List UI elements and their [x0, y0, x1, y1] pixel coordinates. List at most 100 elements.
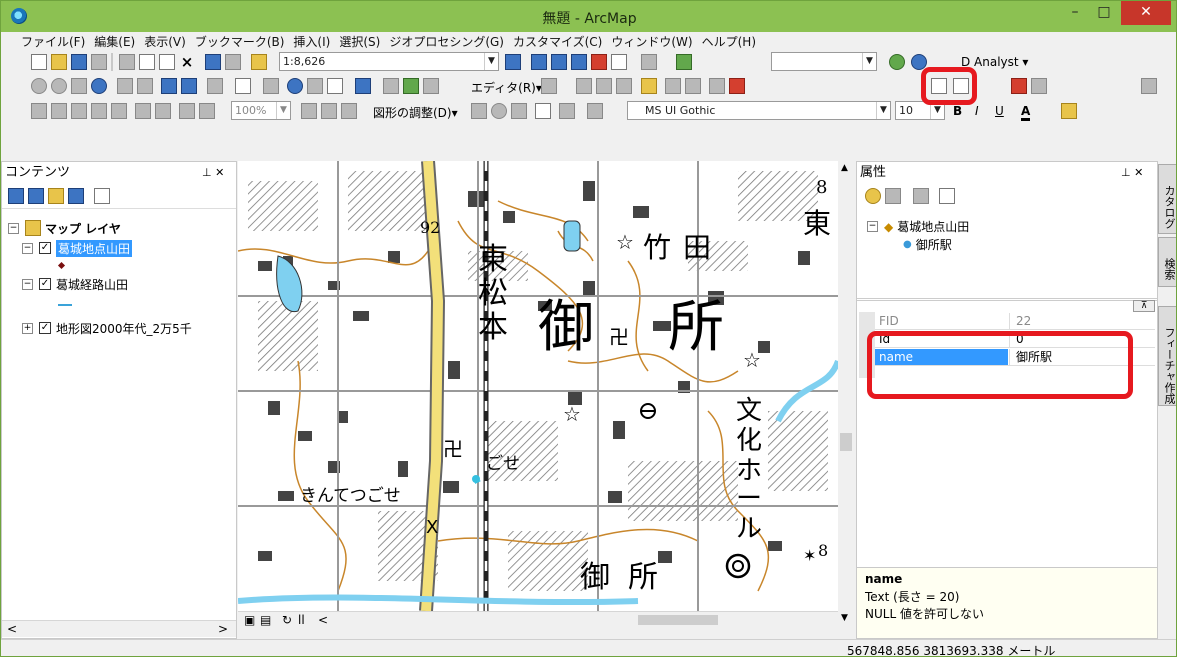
- go-to-xy-icon[interactable]: [423, 78, 439, 94]
- scroll-right-icon[interactable]: >: [218, 622, 228, 636]
- fixed-zoom-out-icon[interactable]: [137, 78, 153, 94]
- list-by-source-icon[interactable]: [28, 188, 44, 204]
- menu-windows[interactable]: ウィンドウ(W): [611, 33, 692, 50]
- toc-options-icon[interactable]: [94, 188, 110, 204]
- layer-visibility-checkbox[interactable]: ✓: [39, 242, 51, 254]
- cut-icon[interactable]: [119, 54, 135, 70]
- scroll-left-icon[interactable]: <: [7, 622, 17, 636]
- globe-icon[interactable]: [676, 54, 692, 70]
- new-document-icon[interactable]: [31, 54, 47, 70]
- toc-layer-row[interactable]: + ✓ 地形図2000年代_2万5千: [22, 318, 192, 338]
- forward-extent-icon[interactable]: [181, 78, 197, 94]
- toc-root-row[interactable]: − マップ レイヤ: [8, 218, 121, 238]
- layout-zoom-out-icon[interactable]: [51, 103, 67, 119]
- fill-color-icon[interactable]: [1061, 103, 1077, 119]
- fixed-zoom-out-layout-icon[interactable]: [155, 103, 171, 119]
- bold-button[interactable]: B: [953, 104, 962, 118]
- layout-view-icon[interactable]: ▤: [260, 613, 271, 627]
- menu-edit[interactable]: 編集(E): [94, 33, 135, 50]
- measure-icon[interactable]: [355, 78, 371, 94]
- italic-button[interactable]: I: [975, 104, 979, 118]
- zoom-in-icon[interactable]: [31, 78, 47, 94]
- menu-geoprocessing[interactable]: ジオプロセシング(G): [389, 33, 504, 50]
- map-hscroll-thumb[interactable]: [638, 615, 718, 625]
- select-elements-icon[interactable]: [263, 78, 279, 94]
- html-popup-icon[interactable]: [327, 78, 343, 94]
- focus-data-frame-icon[interactable]: [321, 103, 337, 119]
- expand-icon[interactable]: +: [22, 322, 33, 334]
- add-data-icon[interactable]: [251, 54, 267, 70]
- layer-visibility-checkbox[interactable]: ✓: [39, 322, 51, 334]
- rotate-icon[interactable]: [491, 103, 507, 119]
- attribute-row[interactable]: FID 22: [859, 312, 1155, 330]
- collapse-icon[interactable]: −: [8, 222, 19, 234]
- map-view[interactable]: 92 東 松 本 御 所 竹 田 東 8 文 化 ホ ー ル ごせ きんてつごせ…: [238, 161, 838, 611]
- list-by-drawing-order-icon[interactable]: [8, 188, 24, 204]
- straight-segment-icon[interactable]: [576, 78, 592, 94]
- pan-icon[interactable]: [71, 78, 87, 94]
- close-button[interactable]: ✕: [1121, 1, 1171, 25]
- table-of-contents-icon[interactable]: [531, 54, 547, 70]
- cut-polygons-icon[interactable]: [709, 78, 725, 94]
- overflow-icon[interactable]: [1141, 78, 1157, 94]
- model-builder-icon[interactable]: [641, 54, 657, 70]
- layout-zoom-in-icon[interactable]: [31, 103, 47, 119]
- hyperlink-icon[interactable]: [307, 78, 323, 94]
- refresh-icon[interactable]: ↻: [282, 613, 292, 627]
- menu-bookmarks[interactable]: ブックマーク(B): [195, 33, 285, 50]
- menu-insert[interactable]: 挿入(I): [293, 33, 330, 50]
- font-color-button[interactable]: A: [1021, 104, 1031, 121]
- select-features-icon[interactable]: [207, 78, 223, 94]
- menu-selection[interactable]: 選択(S): [339, 33, 380, 50]
- map-vertical-scrollbar[interactable]: ▲ ▼: [838, 161, 854, 627]
- sort-icon[interactable]: [885, 188, 901, 204]
- find-route-icon[interactable]: [403, 78, 419, 94]
- show-selected-icon[interactable]: [865, 188, 881, 204]
- attributes-tree-feature[interactable]: ● 御所駅: [903, 236, 952, 253]
- toc-layer-row[interactable]: − ✓ 葛城経路山田: [22, 274, 128, 294]
- chevron-down-icon[interactable]: ▼: [862, 53, 876, 70]
- layout-zoom-combo[interactable]: 100% ▼: [231, 101, 291, 120]
- save-icon[interactable]: [71, 54, 87, 70]
- layer-visibility-checkbox[interactable]: ✓: [39, 278, 51, 290]
- search-window-icon[interactable]: [571, 54, 587, 70]
- toc-layer-row[interactable]: − ✓ 葛城地点山田: [22, 238, 133, 258]
- layer-label[interactable]: 地形図2000年代_2万5千: [56, 320, 192, 337]
- zoom-to-selected-icon[interactable]: [511, 103, 527, 119]
- arctoolbox-icon[interactable]: [591, 54, 607, 70]
- fixed-zoom-in-icon[interactable]: [117, 78, 133, 94]
- chevron-down-icon[interactable]: ▼: [276, 102, 290, 119]
- catalog-window-icon[interactable]: [551, 54, 567, 70]
- end-point-arc-icon[interactable]: [596, 78, 612, 94]
- text-tool-icon[interactable]: [559, 103, 575, 119]
- zoom-100-icon[interactable]: [111, 103, 127, 119]
- chevron-down-icon[interactable]: ▼: [484, 53, 498, 70]
- paste-icon[interactable]: [159, 54, 175, 70]
- change-layout-icon[interactable]: [341, 103, 357, 119]
- 3d-globe-icon[interactable]: [889, 54, 905, 70]
- create-features-side-tab[interactable]: フィーチャ作成: [1158, 306, 1176, 406]
- delete-icon[interactable]: ×: [179, 54, 195, 70]
- show-related-icon[interactable]: [913, 188, 929, 204]
- topographic-map[interactable]: 92 東 松 本 御 所 竹 田 東 8 文 化 ホ ー ル ごせ きんてつごせ…: [238, 161, 838, 611]
- full-extent-icon[interactable]: [91, 78, 107, 94]
- next-extent-layout-icon[interactable]: [199, 103, 215, 119]
- map-scale-combo[interactable]: 1:8,626 ▼: [279, 52, 499, 71]
- list-by-visibility-icon[interactable]: [48, 188, 64, 204]
- collapse-icon[interactable]: −: [22, 278, 33, 290]
- data-view-icon[interactable]: ▣: [244, 613, 255, 627]
- find-icon[interactable]: [383, 78, 399, 94]
- redo-icon[interactable]: [225, 54, 241, 70]
- edit-tool-icon[interactable]: [541, 78, 557, 94]
- attributes-options-icon[interactable]: [939, 188, 955, 204]
- maximize-button[interactable]: □: [1090, 1, 1118, 25]
- chevron-down-icon[interactable]: ▼: [876, 102, 890, 119]
- layer-combo[interactable]: ▼: [771, 52, 877, 71]
- split-icon[interactable]: [729, 78, 745, 94]
- list-by-selection-icon[interactable]: [68, 188, 84, 204]
- topology-icon[interactable]: [1031, 78, 1047, 94]
- print-icon[interactable]: [91, 54, 107, 70]
- attributes-tree-layer[interactable]: − ◆ 葛城地点山田: [867, 218, 969, 235]
- layer-label[interactable]: 葛城地点山田: [56, 239, 133, 257]
- menu-view[interactable]: 表示(V): [144, 33, 186, 50]
